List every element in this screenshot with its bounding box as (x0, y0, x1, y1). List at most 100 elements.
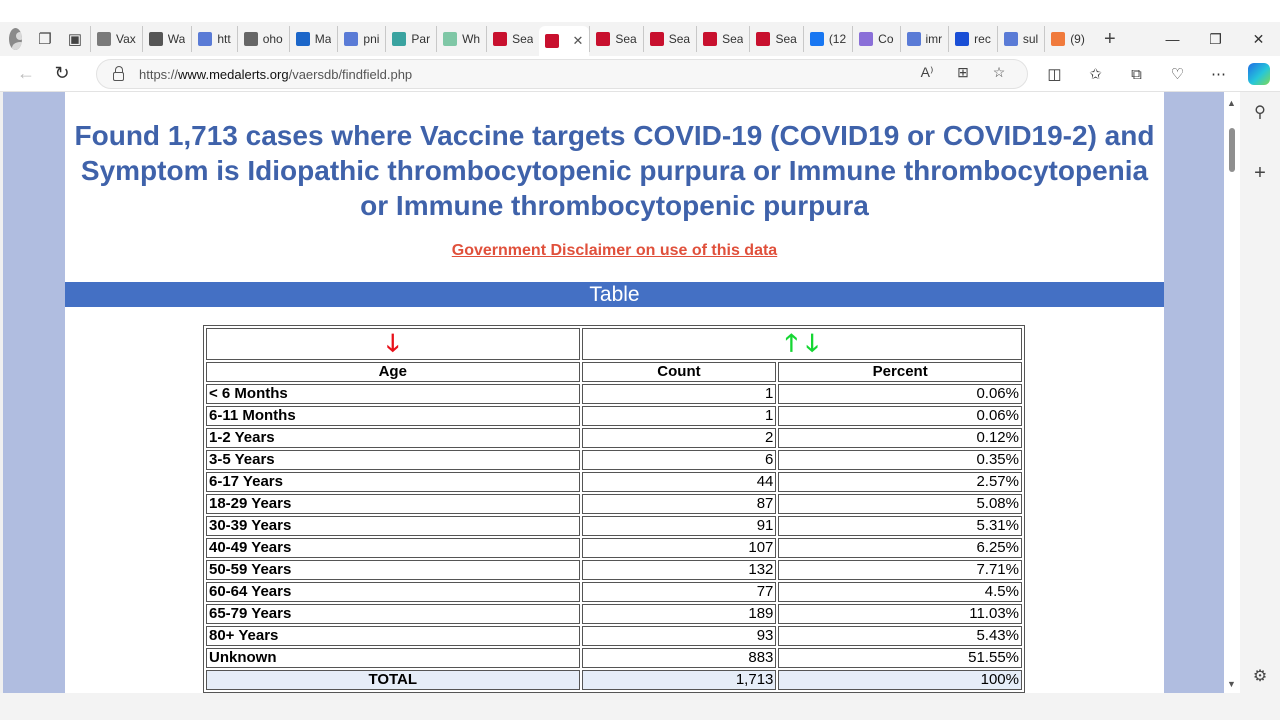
table-row: 1-2 Years 2 0.12% (206, 428, 1022, 448)
browser-tab[interactable]: Co (852, 26, 899, 52)
browser-tab[interactable]: ✕ (539, 26, 590, 56)
browser-tab[interactable]: Vax (90, 26, 142, 52)
count-cell: 1 (581, 384, 777, 404)
age-cell: 50-59 Years (206, 560, 580, 580)
column-header-count: Count (581, 362, 777, 382)
count-cell: 132 (581, 560, 777, 580)
sidebar-settings-gear-icon[interactable]: ⚙ (1250, 666, 1270, 686)
vertical-tabs-icon[interactable]: ▣ (60, 24, 90, 54)
browser-tab[interactable]: sul (996, 26, 1044, 52)
edge-sidebar: ⚲ + ⚙ (1240, 92, 1280, 693)
refresh-icon[interactable]: ↻ (44, 58, 80, 90)
page-headline: Found 1,713 cases where Vaccine targets … (74, 120, 1155, 221)
tab-label: pni (363, 32, 380, 46)
tab-label: Wa (167, 32, 186, 46)
split-screen-icon[interactable]: ◫ (1034, 58, 1075, 90)
browser-tab[interactable]: Ma (288, 26, 338, 52)
browser-tab[interactable]: (12 (802, 26, 852, 52)
count-cell: 91 (581, 516, 777, 536)
age-cell: 30-39 Years (206, 516, 580, 536)
table-row: 40-49 Years 107 6.25% (206, 538, 1022, 558)
collections-icon[interactable]: ⧉ (1116, 58, 1157, 90)
tab-label: Par (411, 32, 431, 46)
search-icon (955, 32, 970, 46)
browser-tab[interactable]: htt (191, 26, 236, 52)
count-cell: 2 (581, 428, 777, 448)
browser-tab[interactable]: Wa (141, 26, 192, 52)
medalerts-icon (756, 32, 771, 46)
tab-label: oho (262, 32, 283, 46)
browser-toolbar: ← ↻ https://www.medalerts.org/vaersdb/fi… (0, 56, 1280, 92)
age-cell: 65-79 Years (206, 604, 580, 624)
medalerts-icon (703, 32, 718, 46)
minimize-icon[interactable]: — (1151, 22, 1194, 56)
percent-cell: 4.5% (778, 582, 1022, 602)
vertical-scrollbar[interactable]: ▲ ▼ (1224, 92, 1240, 693)
disclaimer-container: Government Disclaimer on use of this dat… (65, 242, 1164, 260)
profile-button[interactable] (0, 24, 30, 54)
favorites-icon[interactable]: ✩ (1075, 58, 1116, 90)
add-sidebar-app-icon[interactable]: + (1250, 162, 1270, 185)
new-tab-button[interactable]: + (1097, 28, 1123, 51)
age-sort-cell: 🡓 (206, 328, 580, 360)
tab-label: rec (974, 32, 991, 46)
percent-cell: 6.25% (778, 538, 1022, 558)
browser-tab[interactable]: pni (337, 26, 385, 52)
browser-tab[interactable]: Sea (749, 26, 802, 52)
window-controls: — ❐ ✕ (1151, 22, 1280, 56)
browser-tab[interactable]: Wh (436, 26, 486, 52)
url-text[interactable]: https://www.medalerts.org/vaersdb/findfi… (139, 67, 412, 82)
browser-tab[interactable]: Sea (589, 26, 642, 52)
browser-essentials-icon[interactable]: ♡ (1157, 58, 1198, 90)
browser-tab[interactable]: Par (385, 26, 436, 52)
browser-tab[interactable]: imr (899, 26, 949, 52)
scroll-down-arrow-icon[interactable]: ▼ (1227, 679, 1236, 689)
age-cell: 6-11 Months (206, 406, 580, 426)
sort-ascending-arrow-icon[interactable]: 🡑 (785, 330, 797, 357)
tab-label: htt (217, 32, 231, 46)
percent-cell: 0.06% (778, 384, 1022, 404)
government-disclaimer-link[interactable]: Government Disclaimer on use of this dat… (452, 242, 777, 259)
sort-descending-arrow-icon[interactable]: 🡓 (387, 330, 399, 357)
tab-label: imr (925, 32, 943, 46)
age-cell: 6-17 Years (206, 472, 580, 492)
app-available-icon[interactable]: ⊞ (945, 64, 981, 81)
search-icon[interactable]: ⚲ (1250, 102, 1270, 122)
restore-icon[interactable]: ❐ (1194, 22, 1237, 56)
browser-tab[interactable]: Sea (642, 26, 696, 52)
scrollbar-thumb[interactable] (1229, 128, 1235, 172)
age-cell: 60-64 Years (206, 582, 580, 602)
tab-label: Sea (722, 32, 744, 46)
image-icon (443, 32, 458, 46)
favorite-star-icon[interactable]: ☆ (981, 64, 1017, 81)
percent-cell: 5.31% (778, 516, 1022, 536)
workspaces-icon[interactable]: ❐ (30, 24, 60, 54)
browser-tab[interactable]: (9) (1044, 26, 1091, 52)
count-cell: 77 (581, 582, 777, 602)
scroll-up-arrow-icon[interactable]: ▲ (1227, 98, 1236, 108)
age-cell: 18-29 Years (206, 494, 580, 514)
browser-tab[interactable]: oho (236, 26, 289, 52)
total-row: TOTAL 1,713 100% (206, 670, 1022, 690)
address-bar[interactable]: https://www.medalerts.org/vaersdb/findfi… (96, 59, 1028, 89)
age-cell: 40-49 Years (206, 538, 580, 558)
count-cell: 883 (581, 648, 777, 668)
lock-icon[interactable] (113, 65, 124, 81)
tab-list: Vax Wa htt oho Ma pni Par Wh Sea ✕ Sea Sea Sea Sea (12… (90, 22, 1091, 56)
browser-tab[interactable]: Sea (486, 26, 539, 52)
back-arrow-icon[interactable]: ← (8, 58, 44, 90)
more-menu-icon[interactable]: ⋯ (1198, 58, 1239, 90)
sort-descending-arrow-icon[interactable]: 🡓 (806, 330, 818, 357)
count-cell: 93 (581, 626, 777, 646)
close-tab-icon[interactable]: ✕ (572, 33, 583, 49)
close-window-icon[interactable]: ✕ (1237, 22, 1280, 56)
sort-arrows-row: 🡓 🡑 🡓 (206, 328, 1022, 360)
left-edge (0, 92, 3, 693)
age-cell: Unknown (206, 648, 580, 668)
count-cell: 1,713 (581, 670, 777, 690)
browser-tab[interactable]: rec (948, 26, 997, 52)
copilot-icon[interactable] (1248, 63, 1270, 85)
read-aloud-icon[interactable]: A⁾ (909, 64, 945, 81)
count-cell: 1 (581, 406, 777, 426)
browser-tab[interactable]: Sea (696, 26, 749, 52)
